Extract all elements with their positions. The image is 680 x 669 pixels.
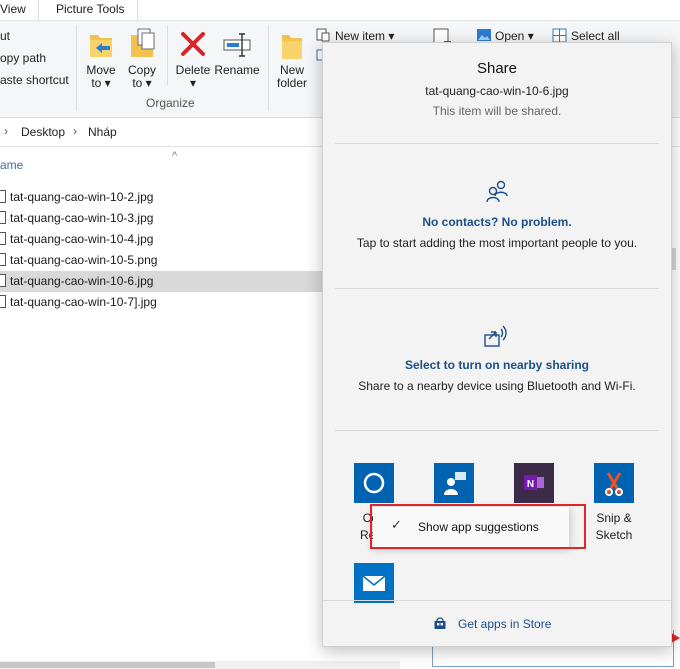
- cut-button[interactable]: ut: [0, 29, 10, 43]
- file-name: tat-quang-cao-win-10-4.jpg: [10, 232, 154, 246]
- file-row[interactable]: tat-quang-cao-win-10-2.jpg: [0, 187, 340, 208]
- sort-ascending-icon: ^: [172, 150, 178, 162]
- divider: [323, 600, 671, 601]
- file-row[interactable]: tat-quang-cao-win-10-5.png: [0, 250, 340, 271]
- group-separator: [76, 25, 77, 111]
- tab-picture-tools[interactable]: Picture Tools: [56, 2, 124, 16]
- people-icon: [486, 180, 508, 203]
- image-file-icon: [0, 190, 6, 203]
- copy-to-icon: [131, 28, 155, 57]
- copy-to-arrow-label: to ▾: [132, 76, 152, 90]
- group-separator: [167, 25, 168, 85]
- file-name: tat-quang-cao-win-10-6.jpg: [10, 274, 154, 288]
- file-row[interactable]: tat-quang-cao-win-10-7].jpg: [0, 292, 340, 313]
- share-title: Share: [476, 60, 518, 77]
- share-subtitle: This item will be shared.: [432, 104, 562, 118]
- select-all-label: Select all: [571, 29, 620, 43]
- highlight-box: [370, 504, 586, 549]
- divider: [335, 430, 659, 431]
- nearby-title: Select to turn on nearby sharing: [404, 358, 590, 372]
- mail-icon: [354, 563, 394, 603]
- file-row[interactable]: tat-quang-cao-win-10-4.jpg: [0, 229, 340, 250]
- organize-group-label: Organize: [146, 96, 195, 110]
- rename-button[interactable]: Rename: [214, 27, 260, 93]
- group-separator: [268, 25, 269, 111]
- tab-view[interactable]: View: [0, 2, 26, 16]
- image-file-icon: [0, 295, 6, 308]
- file-row-selected[interactable]: tat-quang-cao-win-10-6.jpg: [0, 271, 340, 292]
- snip-sketch-icon: [594, 463, 634, 503]
- breadcrumb-nhap[interactable]: Nháp: [88, 125, 117, 139]
- move-to-button[interactable]: Move to ▾: [84, 27, 118, 93]
- chevron-right-icon: ›: [73, 124, 77, 138]
- scrollbar-thumb[interactable]: [0, 662, 215, 668]
- chevron-right-icon: ›: [4, 124, 8, 138]
- ribbon-tab-bar: View Picture Tools: [0, 0, 680, 21]
- people-app-icon: [434, 463, 474, 503]
- tab-separator: [137, 0, 138, 20]
- file-name: tat-quang-cao-win-10-5.png: [10, 253, 158, 267]
- breadcrumb-desktop[interactable]: Desktop: [21, 125, 65, 139]
- delete-x-icon: [181, 32, 205, 56]
- get-apps-in-store-link[interactable]: Get apps in Store: [433, 615, 573, 635]
- image-file-icon: [0, 211, 6, 224]
- nearby-share-icon: [484, 325, 507, 347]
- paste-shortcut-button[interactable]: aste shortcut: [0, 73, 69, 87]
- file-name: tat-quang-cao-win-10-2.jpg: [10, 190, 154, 204]
- nearby-description: Share to a nearby device using Bluetooth…: [358, 379, 636, 393]
- move-to-icon: [90, 35, 112, 57]
- store-icon: [434, 617, 446, 629]
- app-mail[interactable]: [338, 563, 408, 609]
- share-panel: Share tat-quang-cao-win-10-6.jpg This it…: [322, 42, 672, 647]
- new-item-icon: [316, 28, 330, 42]
- delete-arrow-label: ▾: [189, 76, 197, 90]
- select-all-icon: [552, 28, 567, 43]
- nearby-sharing-section[interactable]: Select to turn on nearby sharing Share t…: [323, 319, 671, 399]
- contacts-description: Tap to start adding the most important p…: [356, 236, 638, 250]
- open-label: Open ▾: [495, 29, 534, 43]
- file-row[interactable]: tat-quang-cao-win-10-3.jpg: [0, 208, 340, 229]
- file-name: tat-quang-cao-win-10-3.jpg: [10, 211, 154, 225]
- move-to-arrow-label: to ▾: [91, 76, 111, 90]
- divider: [335, 143, 659, 144]
- image-file-icon: [0, 274, 6, 287]
- file-name: tat-quang-cao-win-10-7].jpg: [10, 295, 157, 309]
- new-folder-label-2: folder: [276, 76, 308, 90]
- svg-text:N: N: [527, 479, 534, 490]
- tab-separator: [38, 0, 39, 20]
- copy-path-button[interactable]: opy path: [0, 51, 46, 65]
- store-link-label: Get apps in Store: [458, 617, 552, 631]
- share-filename: tat-quang-cao-win-10-6.jpg: [425, 84, 569, 98]
- copy-to-button[interactable]: Copy to ▾: [125, 27, 159, 93]
- image-file-icon: [0, 232, 6, 245]
- app-label: Snip &: [596, 511, 632, 525]
- column-header-name[interactable]: ame: [0, 158, 23, 172]
- divider: [335, 288, 659, 289]
- onenote-icon: N: [514, 463, 554, 503]
- contacts-section[interactable]: No contacts? No problem. Tap to start ad…: [323, 173, 671, 253]
- rename-label: Rename: [214, 63, 260, 77]
- image-open-icon: [477, 29, 491, 41]
- image-file-icon: [0, 253, 6, 266]
- new-item-label: New item ▾: [335, 29, 395, 43]
- contacts-title: No contacts? No problem.: [422, 215, 572, 229]
- app-snip-sketch[interactable]: Snip & Sketch: [578, 463, 648, 543]
- rename-icon: [223, 33, 251, 57]
- new-folder-icon: [282, 35, 302, 59]
- delete-button[interactable]: Delete ▾: [174, 27, 212, 93]
- new-folder-button[interactable]: New folder: [272, 27, 312, 93]
- cortana-icon: [354, 463, 394, 503]
- app-label: Sketch: [595, 528, 633, 542]
